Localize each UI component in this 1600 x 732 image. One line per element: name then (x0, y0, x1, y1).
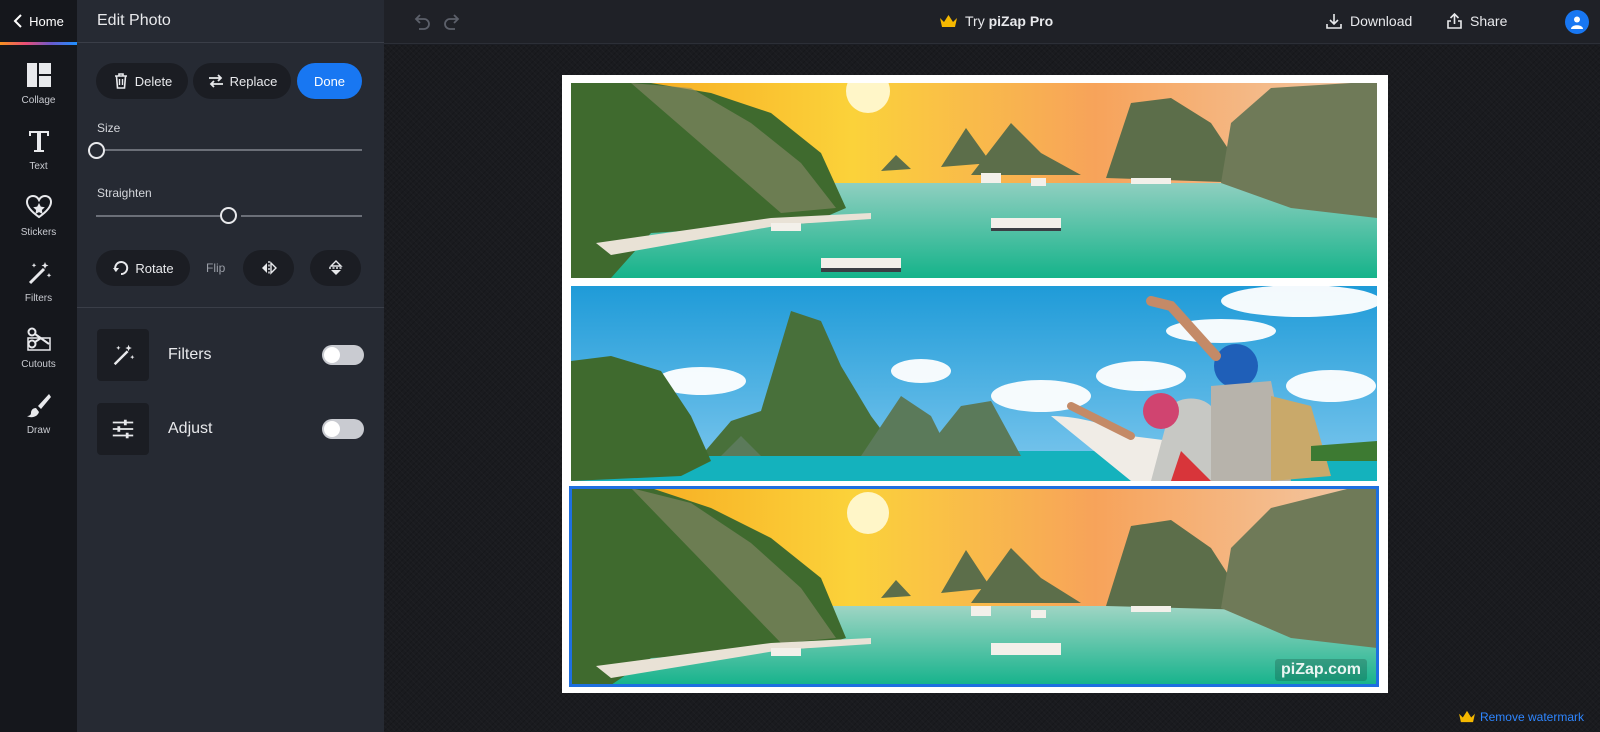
done-label: Done (313, 73, 346, 89)
trash-icon (114, 73, 127, 89)
try-pro-link[interactable]: Try piZap Pro (939, 13, 1053, 29)
flip-vertical-icon (328, 260, 343, 275)
magic-wand-icon (28, 261, 51, 284)
rail-item-label: Cutouts (21, 358, 56, 370)
home-button[interactable]: Home (0, 0, 77, 42)
replace-button[interactable]: Replace (193, 63, 291, 99)
rail-item-cutouts[interactable]: Cutouts (0, 316, 77, 378)
sticker-icon (25, 194, 52, 218)
panel-divider (77, 42, 384, 43)
edit-photo-panel: Edit Photo Delete Replace Done Size Stra… (77, 0, 384, 732)
crown-icon (1459, 710, 1475, 723)
rail-item-draw[interactable]: Draw (0, 382, 77, 444)
panel-divider (77, 307, 384, 308)
filters-tool-row[interactable]: Filters (97, 329, 364, 381)
rail-item-text[interactable]: Text (0, 118, 77, 180)
filters-toggle[interactable] (322, 345, 364, 365)
rail-item-stickers[interactable]: Stickers (0, 184, 77, 246)
collage-photo-1[interactable] (571, 83, 1377, 278)
size-label: Size (97, 121, 121, 135)
replace-label: Replace (229, 73, 278, 89)
download-icon (1326, 14, 1342, 29)
home-label: Home (29, 13, 64, 29)
flip-label: Flip (206, 261, 226, 275)
swap-arrows-icon (208, 74, 223, 88)
remove-watermark-link[interactable]: Remove watermark (1458, 710, 1584, 724)
delete-label: Delete (134, 73, 173, 89)
try-brand: piZap Pro (988, 13, 1054, 29)
straighten-label: Straighten (97, 186, 152, 200)
rotate-icon (113, 261, 129, 276)
magic-wand-icon (113, 344, 135, 366)
share-label: Share (1470, 13, 1508, 29)
remove-watermark-label: Remove watermark (1479, 710, 1584, 724)
brush-icon (26, 393, 51, 417)
crown-icon (940, 14, 957, 27)
filters-tool-icon-box[interactable] (97, 329, 149, 381)
straighten-slider-track-right[interactable] (241, 215, 362, 217)
flip-horizontal-icon (261, 261, 277, 275)
collage-photo-2[interactable] (571, 286, 1377, 481)
share-icon (1447, 12, 1462, 29)
rail-item-filters[interactable]: Filters (0, 250, 77, 312)
size-slider-thumb[interactable] (88, 142, 105, 159)
flip-vertical-button[interactable] (310, 250, 361, 286)
rail-item-label: Draw (26, 424, 51, 436)
sunset-bay-image (571, 83, 1377, 278)
user-icon (1571, 16, 1583, 29)
pizap-watermark: piZap.com (1274, 659, 1367, 681)
download-button[interactable]: Download (1325, 12, 1412, 30)
redo-icon[interactable] (441, 10, 465, 34)
rotate-label: Rotate (135, 260, 174, 276)
toggle-knob (324, 421, 340, 437)
straighten-slider-thumb[interactable] (220, 207, 237, 224)
home-underline (0, 42, 77, 45)
flip-horizontal-button[interactable] (243, 250, 294, 286)
sunset-bay-image (571, 488, 1377, 685)
rotate-button[interactable]: Rotate (96, 250, 190, 286)
delete-button[interactable]: Delete (96, 63, 188, 99)
toggle-knob (324, 347, 340, 363)
collage-canvas: piZap.com (562, 75, 1388, 693)
share-button[interactable]: Share (1446, 12, 1507, 30)
text-icon (28, 130, 49, 152)
rail-item-label: Filters (24, 292, 53, 304)
panel-title: Edit Photo (97, 12, 171, 29)
canvas-stage: piZap.com Remove watermark (384, 45, 1600, 732)
adjust-tool-icon-box[interactable] (97, 403, 149, 455)
rail-item-label: Text (29, 160, 48, 172)
filters-tool-label: Filters (168, 346, 212, 363)
rail-item-label: Stickers (20, 226, 57, 238)
collage-icon (26, 62, 51, 87)
sliders-icon (112, 419, 134, 439)
collage-photo-3-selected[interactable]: piZap.com (569, 486, 1379, 687)
adjust-tool-label: Adjust (168, 420, 213, 437)
adjust-tool-row[interactable]: Adjust (97, 403, 364, 455)
scissors-icon (26, 327, 51, 351)
left-rail: Home Collage Text Stickers Filters Cutou… (0, 0, 77, 732)
adjust-toggle[interactable] (322, 419, 364, 439)
done-button[interactable]: Done (297, 63, 362, 99)
size-slider-track[interactable] (105, 149, 362, 151)
undo-icon[interactable] (409, 10, 433, 34)
try-prefix: Try (965, 13, 989, 29)
chevron-left-icon (13, 14, 22, 28)
straighten-slider-track-left[interactable] (96, 215, 220, 217)
download-label: Download (1350, 13, 1413, 29)
rail-item-label: Collage (21, 94, 56, 106)
top-bar: Try piZap Pro Download Share (384, 0, 1600, 44)
rail-item-collage[interactable]: Collage (0, 52, 77, 114)
travelers-bay-image (571, 286, 1377, 481)
user-avatar[interactable] (1565, 10, 1589, 34)
